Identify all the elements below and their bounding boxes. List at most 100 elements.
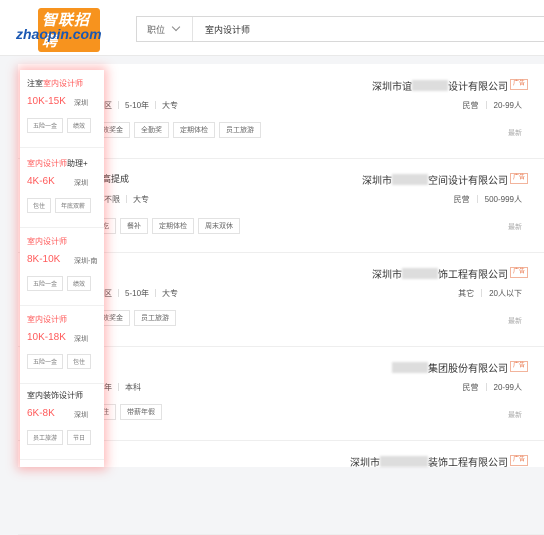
popup-location: 深圳 <box>74 100 88 107</box>
requirement-education: 大专 <box>162 289 179 298</box>
divider <box>485 101 487 109</box>
redacted-blur <box>412 80 448 91</box>
ad-badge: 广告 <box>509 455 528 466</box>
welfare-tag: 定期体检 <box>173 122 215 138</box>
redacted-blur <box>380 456 428 467</box>
requirement-experience: 5-10年 <box>125 289 150 298</box>
popup-location: 深圳-南 <box>74 258 98 265</box>
popup-tags: 包住 年底双薪 <box>27 198 95 213</box>
popup-tag: 包住 <box>67 354 92 369</box>
company-type: 民营 <box>453 195 470 204</box>
popup-title-highlight: 室内设计师 <box>27 315 67 324</box>
company-size: 20-99人 <box>493 383 522 392</box>
welfare-tags: 绩效奖金 全勤奖 定期体检 员工旅游 <box>88 122 265 138</box>
zhaopin-logo[interactable]: 智联招聘 zhaopin.com <box>16 8 102 52</box>
update-time: 最新 <box>508 412 522 419</box>
welfare-tag: 带薪年假 <box>120 404 162 420</box>
popup-job-item[interactable]: 室内设计师助理+ 4K-6K 深圳 包住 年底双薪 <box>20 150 104 228</box>
divider <box>476 195 478 203</box>
popup-job-title[interactable]: 室内设计师 <box>27 314 67 325</box>
requirement-education: 大专 <box>133 195 149 204</box>
chevron-down-icon <box>171 22 181 32</box>
welfare-tag: 餐补 <box>120 218 148 234</box>
divider <box>481 289 483 297</box>
popup-tag: 包住 <box>27 198 52 213</box>
requirement-education: 本科 <box>125 383 142 392</box>
popup-tags: 五险一金 绩效 <box>27 118 95 133</box>
popup-salary: 8K-10K <box>27 254 61 265</box>
welfare-tag: 全勤奖 <box>134 122 169 138</box>
ad-badge: 广告 <box>509 267 528 278</box>
welfare-tag: 员工旅游 <box>219 122 261 138</box>
company-name-part: 深圳市谊 <box>372 82 412 93</box>
company-name[interactable]: 深圳市谊 设计有限公司 <box>372 78 508 93</box>
company-type: 其它 <box>458 289 475 298</box>
ad-badge: 广告 <box>509 361 528 372</box>
company-name-part: 深圳市 <box>372 270 402 281</box>
update-time: 最新 <box>508 130 522 137</box>
popup-tags: 五险一金 包住 <box>27 354 95 369</box>
company-info: 民营 20-99人 <box>463 100 522 111</box>
company-size: 20人以下 <box>489 289 522 298</box>
search-category-select[interactable]: 职位 <box>137 17 193 41</box>
popup-job-item[interactable]: 室内设计师 8K-10K 深圳-南 五险一金 绩效 <box>20 228 104 306</box>
popup-tag: 五险一金 <box>27 118 64 133</box>
search-input[interactable] <box>201 17 531 41</box>
requirement-experience: 5-10年 <box>125 101 150 110</box>
divider <box>118 289 119 297</box>
company-name-part: 装饰工程有限公司 <box>428 458 508 469</box>
welfare-tag: 定期体检 <box>152 218 194 234</box>
divider <box>155 289 157 297</box>
popup-tags: 员工旅游 节日 <box>27 430 95 445</box>
divider <box>118 101 119 109</box>
divider <box>155 101 157 109</box>
update-time: 最新 <box>508 224 522 231</box>
company-name-part: 深圳市 <box>350 458 380 469</box>
company-info: 其它 20人以下 <box>458 288 522 299</box>
popup-job-title[interactable]: 室内设计师 <box>27 236 67 247</box>
company-name[interactable]: 集团股份有限公司 <box>392 360 508 375</box>
popup-tag: 绩效 <box>67 118 92 133</box>
company-name[interactable]: 深圳市 空间设计有限公司 <box>362 172 508 187</box>
company-name[interactable]: 深圳市 饰工程有限公司 <box>372 266 508 281</box>
company-type: 民营 <box>462 383 479 392</box>
company-name-part: 空间设计有限公司 <box>428 176 508 187</box>
popup-tag: 节日 <box>67 430 92 445</box>
requirement-education: 大专 <box>162 101 179 110</box>
popup-job-title[interactable]: 室内装饰设计师 <box>27 390 83 401</box>
popup-title-part: 注室 <box>27 79 43 88</box>
popup-tag: 年底双薪 <box>55 198 92 213</box>
divider <box>485 383 487 391</box>
welfare-tag: 周末双休 <box>198 218 240 234</box>
popup-title-highlight: 室内设计师 <box>27 237 67 246</box>
welfare-tags: 包吃餐补定期体检周末双休 <box>88 218 244 234</box>
popup-tag: 绩效 <box>67 276 92 291</box>
popup-job-item[interactable]: 注室室内设计师 10K-15K 深圳 五险一金 绩效 <box>20 70 104 148</box>
company-info: 民营 500-999人 <box>454 194 522 205</box>
logo-bottom-text: zhaopin.com <box>16 26 102 42</box>
divider <box>126 195 127 203</box>
popup-title-highlight: 室内设计师 <box>27 159 67 168</box>
popup-title-part: 助理+ <box>67 159 88 168</box>
popup-job-title[interactable]: 室内设计师助理+ <box>27 158 88 169</box>
top-bar: 智联招聘 zhaopin.com 职位 <box>0 0 544 56</box>
company-name-part: 深圳市 <box>362 176 392 187</box>
popup-tags: 五险一金 绩效 <box>27 276 95 291</box>
popup-job-title[interactable]: 注室室内设计师 <box>27 78 83 89</box>
popup-job-item[interactable]: 室内设计师 10K-18K 深圳 五险一金 包住 <box>20 306 104 384</box>
welfare-tag: 员工旅游 <box>134 310 176 326</box>
popup-salary: 4K-6K <box>27 176 55 187</box>
ad-badge: 广告 <box>509 79 528 90</box>
company-size: 20-99人 <box>493 101 522 110</box>
popup-job-item[interactable]: 室内装饰设计师 6K-8K 深圳 员工旅游 节日 <box>20 382 104 460</box>
popup-title-part: 室内装饰设计师 <box>27 391 83 400</box>
job-title-tail: 高提成 <box>102 174 130 184</box>
popup-salary: 10K-18K <box>27 332 66 343</box>
redacted-blur <box>392 362 428 373</box>
company-name-part: 设计有限公司 <box>448 82 508 93</box>
update-time: 最新 <box>508 318 522 325</box>
company-name-part: 饰工程有限公司 <box>438 270 508 281</box>
company-info: 民营 20-99人 <box>463 382 522 393</box>
divider <box>118 383 120 391</box>
redacted-blur <box>402 268 438 279</box>
